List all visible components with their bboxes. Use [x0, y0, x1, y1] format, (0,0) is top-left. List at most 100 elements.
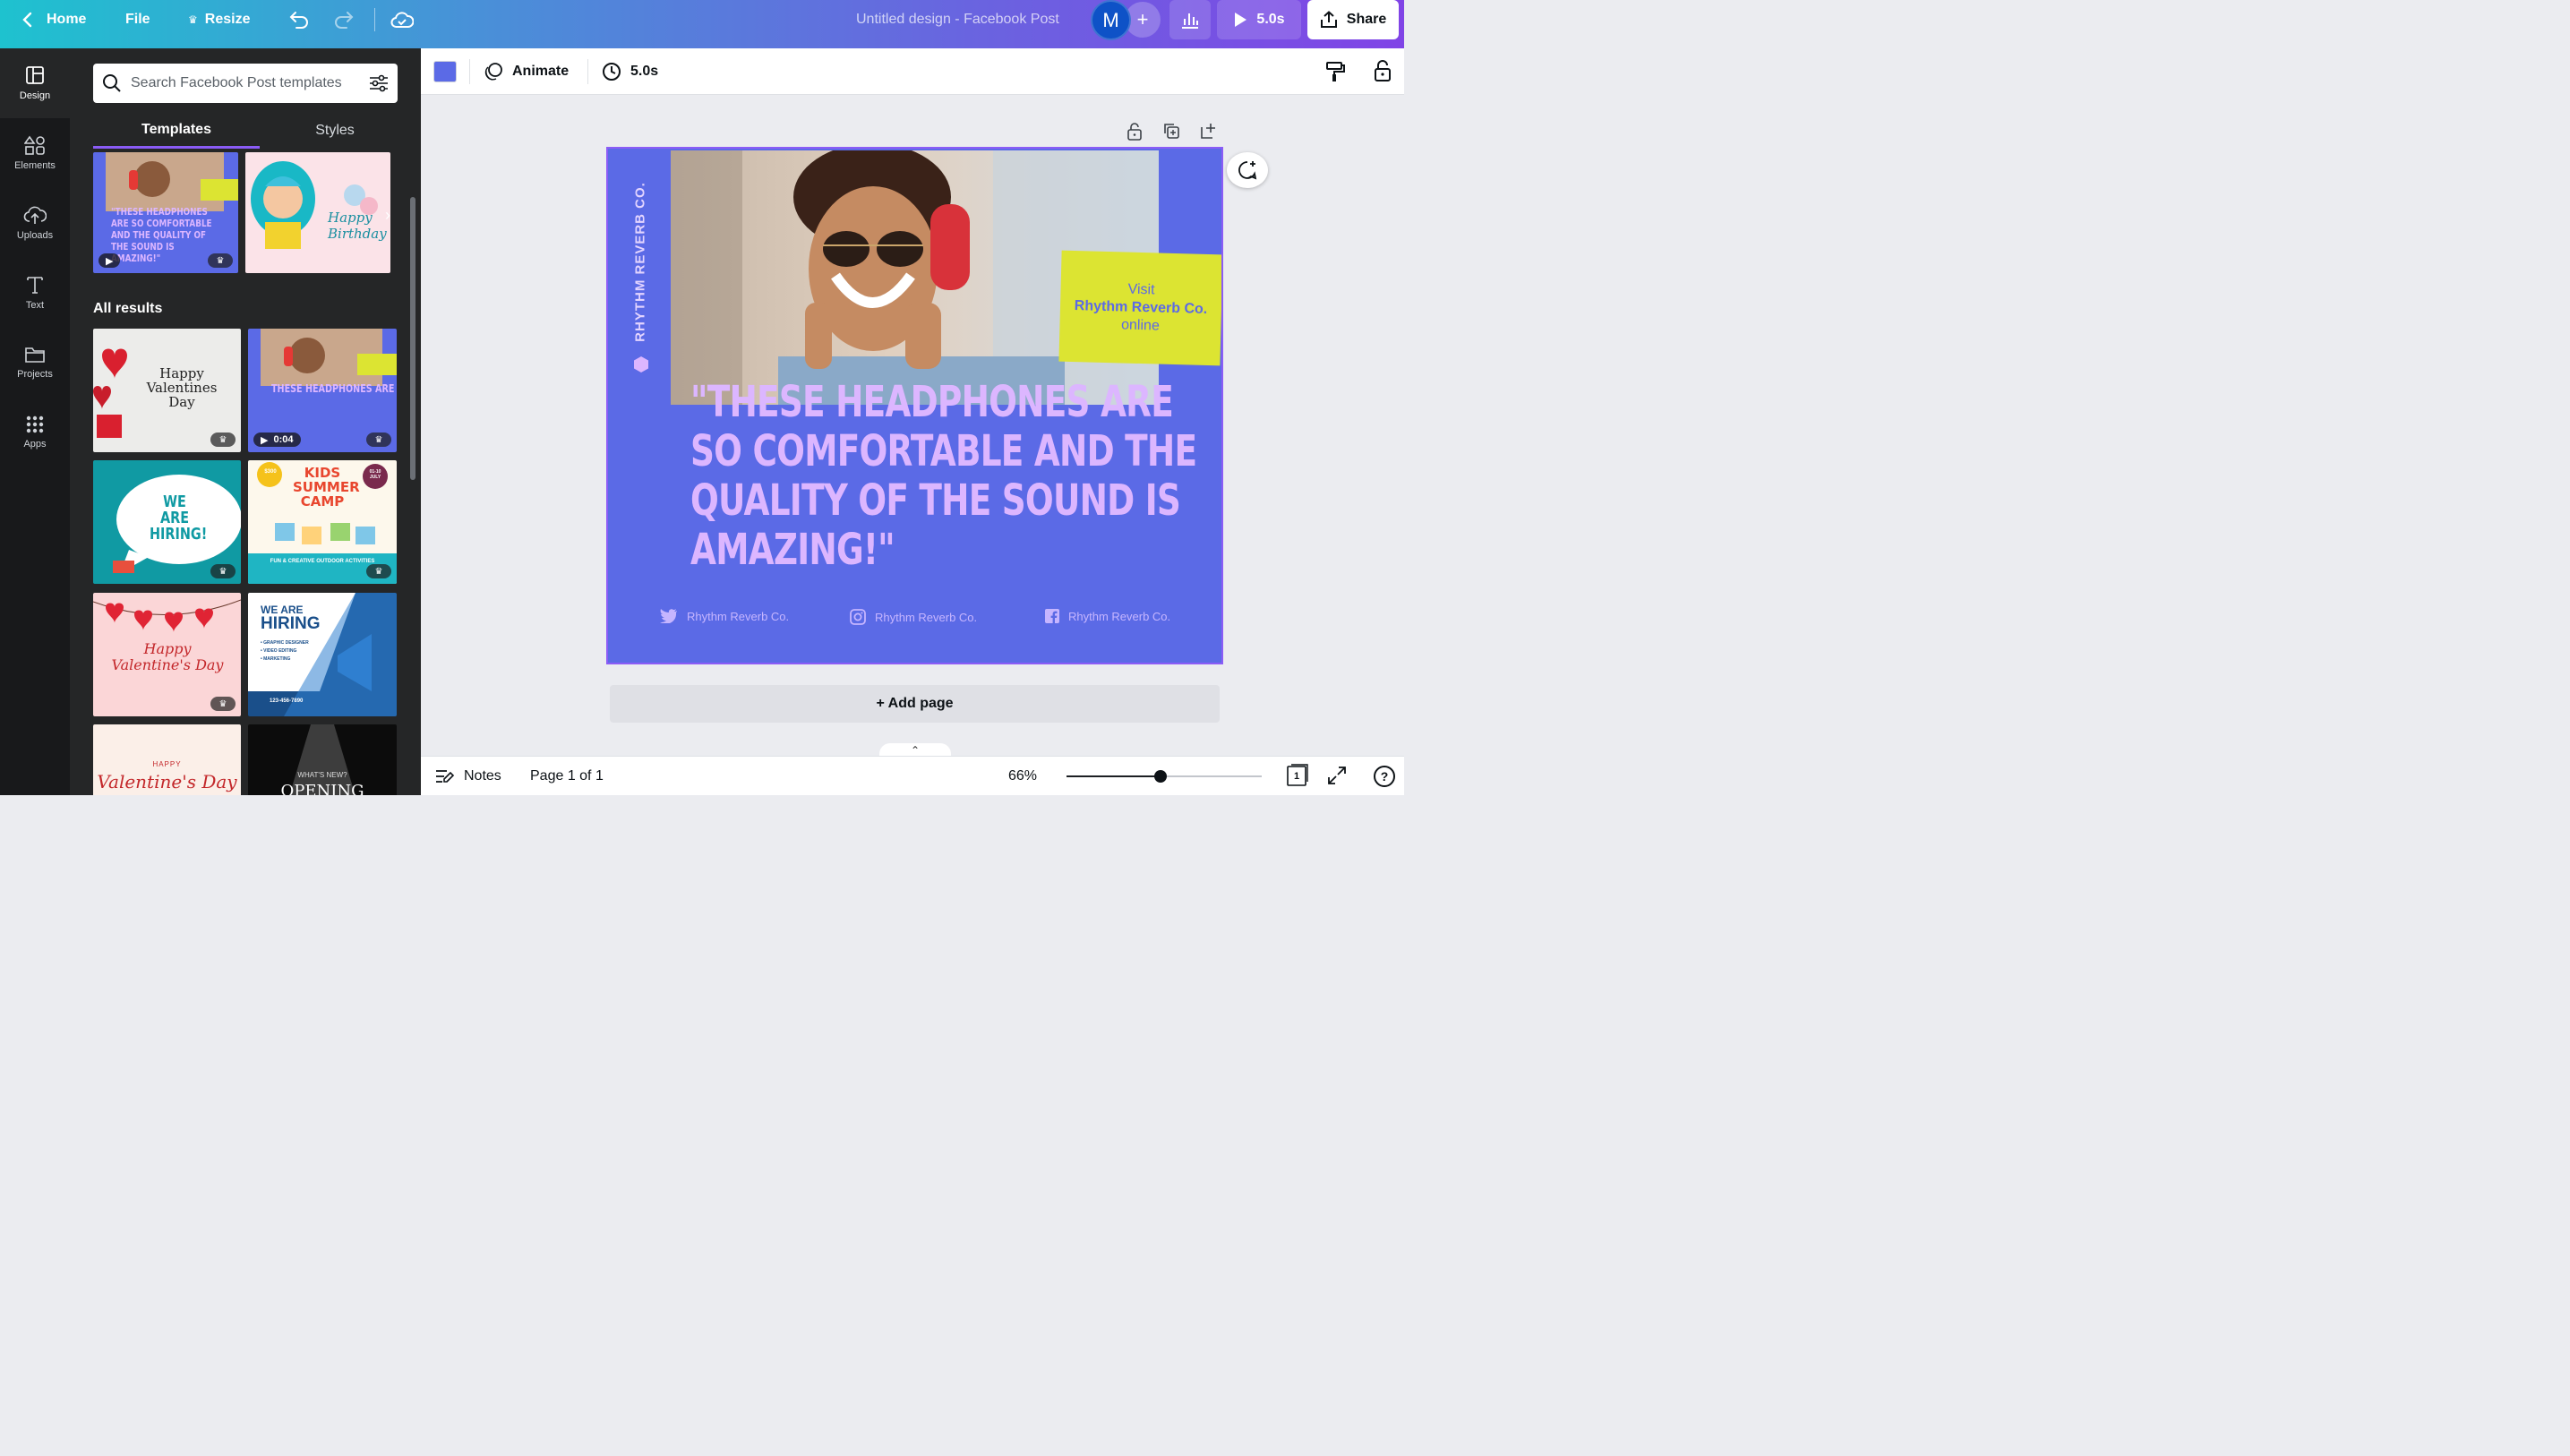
thumb-hiring-main: HIRING: [261, 614, 321, 633]
cloud-saved-icon[interactable]: [390, 0, 414, 39]
page-actions: [1127, 122, 1218, 141]
undo-icon[interactable]: [288, 0, 310, 39]
template-search-box[interactable]: [93, 64, 398, 103]
testimonial-quote[interactable]: "THESE HEADPHONES ARE SO COMFORTABLE AND…: [690, 377, 1197, 575]
page-indicator[interactable]: Page 1 of 1: [530, 757, 604, 796]
add-page-icon[interactable]: [1200, 122, 1218, 140]
thumb-position-item: • GRAPHIC DESIGNER: [261, 640, 309, 646]
file-menu-button[interactable]: File: [125, 0, 150, 39]
duplicate-page-icon[interactable]: [1162, 122, 1180, 140]
analytics-button[interactable]: [1169, 0, 1211, 39]
template-search-input[interactable]: [131, 75, 360, 91]
animate-label: Animate: [512, 64, 570, 79]
thumb-position-item: • VIDEO EDITING: [261, 648, 297, 654]
rail-label: Text: [25, 300, 45, 311]
template-thumb-hiring-2[interactable]: WE ARE HIRING • GRAPHIC DESIGNER • VIDEO…: [248, 593, 397, 716]
video-duration-badge: ▶ 0:04: [253, 433, 301, 447]
quote-line: QUALITY OF THE SOUND IS: [690, 475, 1181, 526]
timing-button[interactable]: 5.0s: [602, 48, 658, 95]
background-color-swatch[interactable]: [433, 61, 457, 82]
present-play-button[interactable]: 5.0s: [1217, 0, 1301, 39]
notes-label: Notes: [464, 768, 501, 784]
thumb-whats-new: WHAT'S NEW?: [297, 771, 347, 779]
cloud-upload-icon: [23, 206, 47, 224]
duration-text: 0:04: [273, 434, 294, 445]
shapes-icon: [24, 135, 45, 155]
zoom-level[interactable]: 66%: [1008, 757, 1037, 796]
thumb-happy-text: HAPPY: [152, 760, 182, 768]
rail-item-elements[interactable]: Elements: [0, 118, 70, 188]
page-count: 1: [1294, 771, 1300, 782]
quote-line: "THESE HEADPHONES ARE: [690, 377, 1174, 427]
thumb-position-item: • MARKETING: [261, 656, 291, 662]
share-button[interactable]: Share: [1307, 0, 1399, 39]
thumb-valentines-text: Happy Valentine's Day: [111, 640, 224, 673]
fullscreen-icon[interactable]: [1327, 766, 1347, 790]
tab-templates[interactable]: Templates: [93, 113, 260, 149]
thumb-birthday-text: Happy Birthday: [328, 210, 387, 242]
add-comment-icon[interactable]: [1227, 152, 1268, 188]
panel-scrollbar[interactable]: [410, 197, 415, 480]
visit-line-3: online: [1120, 317, 1161, 334]
social-handles: Rhythm Reverb Co. Rhythm Reverb Co. Rhyt…: [660, 609, 1197, 629]
clock-icon: [603, 63, 621, 81]
carousel-next-chevron-icon[interactable]: ›: [385, 206, 390, 225]
grid-view-button[interactable]: 1: [1286, 764, 1309, 792]
hexagon-shape[interactable]: [632, 355, 650, 373]
template-thumb-valentines-2[interactable]: Happy Valentine's Day ♛: [93, 593, 241, 716]
back-chevron-icon[interactable]: [16, 0, 38, 39]
layout-icon: [26, 66, 44, 84]
user-avatar[interactable]: M: [1091, 0, 1131, 40]
rail-label: Design: [19, 90, 51, 101]
thumb-hiring-text: WE ARE HIRING!: [150, 492, 208, 544]
social-instagram[interactable]: Rhythm Reverb Co.: [850, 609, 977, 625]
social-twitter[interactable]: Rhythm Reverb Co.: [660, 609, 789, 623]
text-icon: [27, 277, 43, 294]
notes-button[interactable]: Notes: [435, 757, 501, 796]
all-results-heading: All results: [93, 301, 163, 316]
crown-icon: ♛: [210, 433, 236, 447]
visit-banner[interactable]: Visit Rhythm Reverb Co. online: [1058, 250, 1221, 366]
thumb-quote-text: THESE HEADPHONES ARE: [271, 382, 395, 395]
animate-button[interactable]: Animate: [484, 48, 569, 95]
add-page-button[interactable]: + Add page: [610, 685, 1220, 723]
resize-label: Resize: [204, 12, 251, 27]
template-thumb-opening[interactable]: WHAT'S NEW? OPENING: [248, 724, 397, 795]
visit-line-1: Visit: [1127, 281, 1155, 298]
thumb-quote-text: "THESE HEADPHONES ARE SO COMFORTABLE AND…: [111, 206, 212, 264]
template-thumb-headphones-2[interactable]: THESE HEADPHONES ARE ▶ 0:04 ♛: [248, 329, 397, 452]
timing-label: 5.0s: [630, 64, 659, 79]
template-thumb-birthday[interactable]: Happy Birthday: [245, 152, 390, 273]
grid-icon: [26, 415, 44, 433]
design-page[interactable]: RHYTHM REVERB CO. Visit Rhythm Reverb Co…: [606, 147, 1223, 664]
template-thumb-valentines-1[interactable]: Happy Valentines Day ♛: [93, 329, 241, 452]
filter-sliders-icon[interactable]: [369, 74, 389, 92]
thumb-hiring-positions: • GRAPHIC DESIGNER • VIDEO EDITING • MAR…: [261, 639, 309, 664]
rail-item-apps[interactable]: Apps: [0, 398, 70, 467]
brand-vertical-text[interactable]: RHYTHM REVERB CO.: [633, 173, 648, 352]
instagram-icon: [850, 609, 866, 625]
page-lock-icon[interactable]: [1127, 122, 1143, 141]
resize-button[interactable]: ♛ Resize: [188, 0, 250, 39]
document-title[interactable]: Untitled design - Facebook Post: [856, 0, 1059, 39]
template-thumb-headphones[interactable]: "THESE HEADPHONES ARE SO COMFORTABLE AND…: [93, 152, 238, 273]
social-facebook[interactable]: Rhythm Reverb Co.: [1045, 609, 1170, 623]
home-button[interactable]: Home: [47, 0, 86, 39]
zoom-slider-fill: [1067, 775, 1161, 777]
rail-item-uploads[interactable]: Uploads: [0, 188, 70, 258]
template-thumb-kids-camp[interactable]: $300 01-10 JULY KIDS SUMMER CAMP FUN & C…: [248, 460, 397, 584]
template-thumb-valentines-3[interactable]: HAPPY Valentine's Day: [93, 724, 241, 795]
rail-item-text[interactable]: Text: [0, 258, 70, 328]
rail-item-design[interactable]: Design: [0, 48, 70, 118]
play-icon: [1235, 13, 1247, 27]
tab-styles[interactable]: Styles: [252, 113, 418, 149]
play-badge: ▶: [99, 253, 121, 268]
help-button[interactable]: ?: [1374, 766, 1395, 787]
search-icon: [103, 74, 121, 92]
lock-icon[interactable]: [1374, 59, 1392, 87]
template-thumb-hiring-1[interactable]: WE ARE HIRING! ♛: [93, 460, 241, 584]
redo-icon[interactable]: [333, 0, 355, 39]
paint-roller-icon[interactable]: [1325, 61, 1345, 87]
zoom-slider-thumb[interactable]: [1153, 770, 1167, 783]
rail-item-projects[interactable]: Projects: [0, 328, 70, 398]
